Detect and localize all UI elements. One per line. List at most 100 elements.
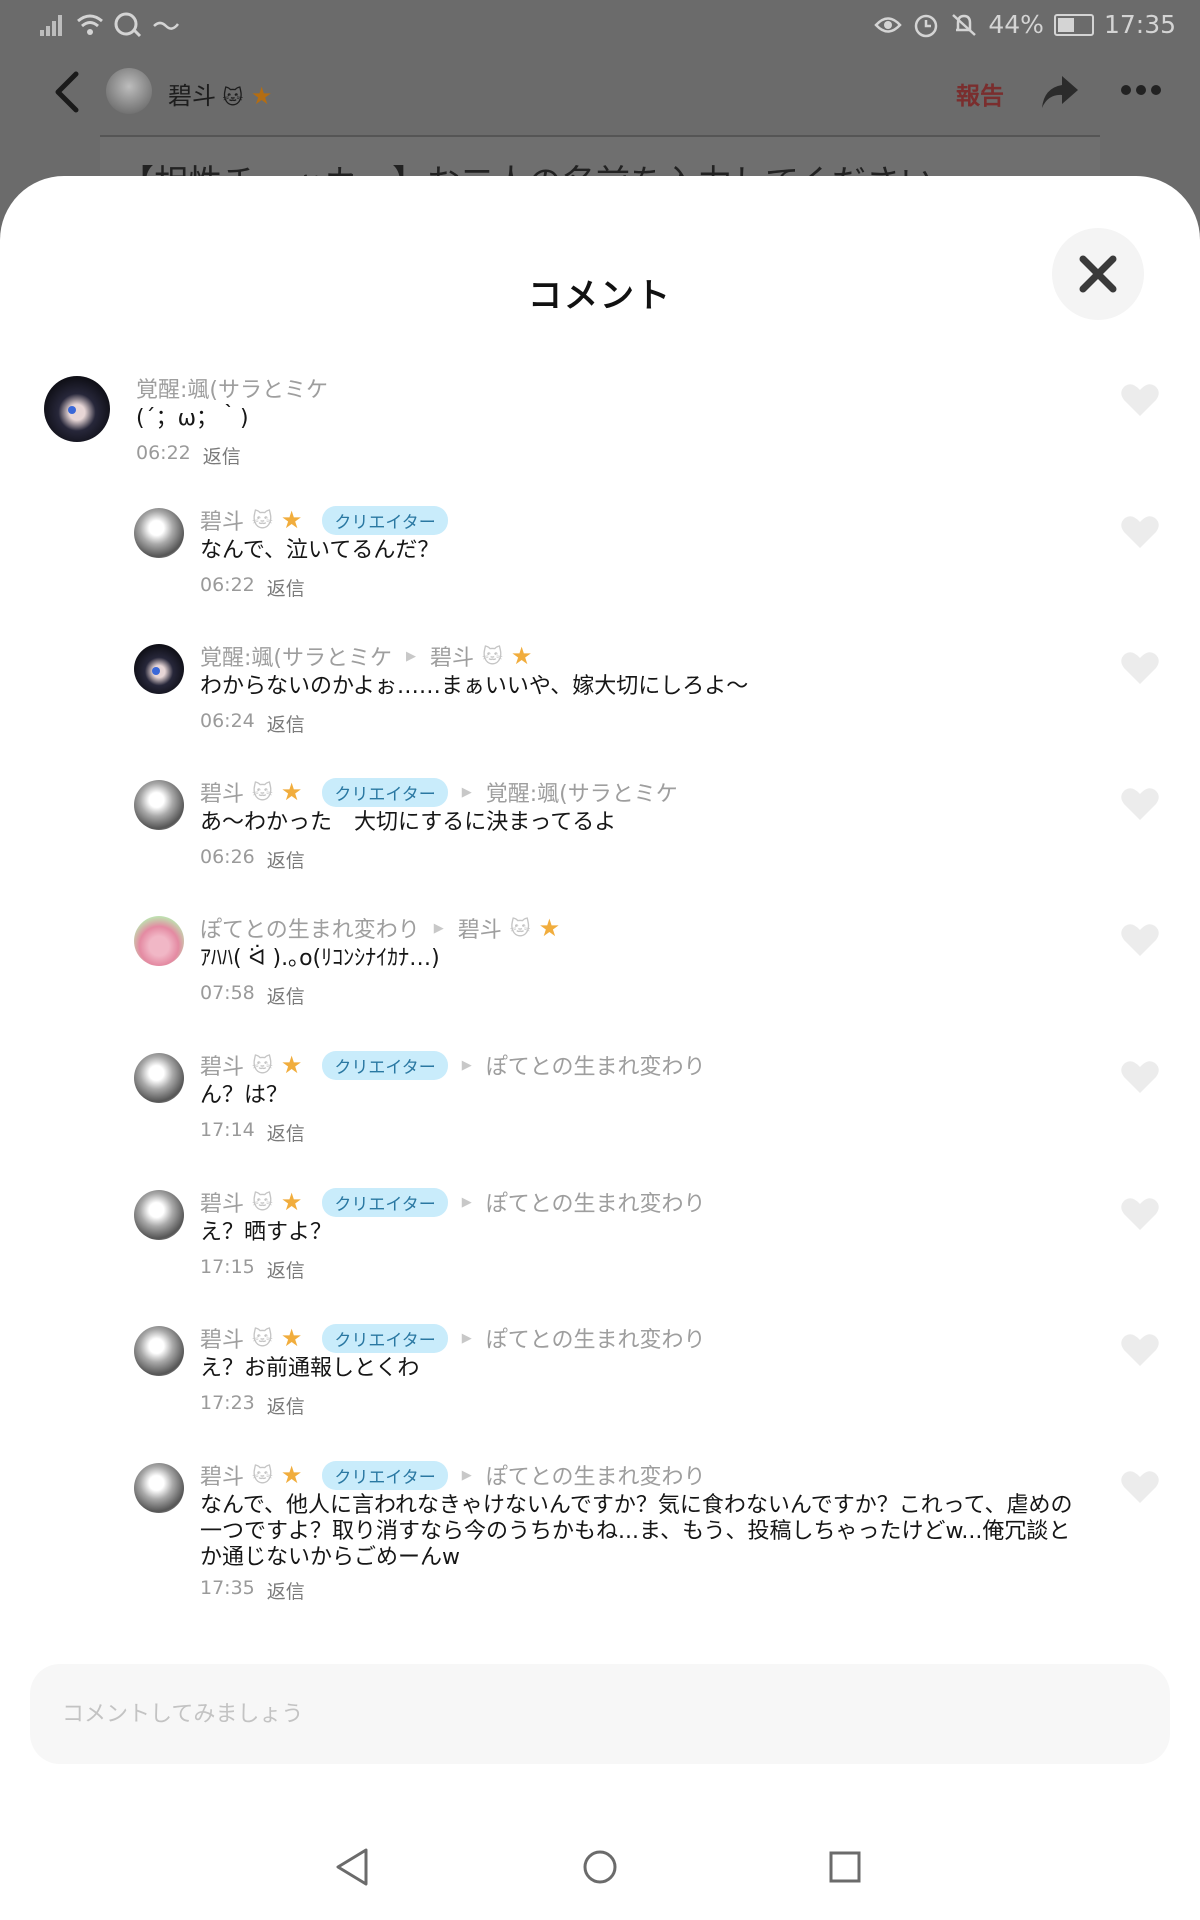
creator-badge: クリエイター: [322, 777, 448, 807]
comment-meta: 06:26 返信: [200, 846, 305, 873]
reply-arrow-icon: ▶: [461, 1330, 472, 1346]
comment-text: え？お前通報しとくわ: [200, 1356, 420, 1381]
heart-icon[interactable]: [1120, 786, 1160, 822]
comment-author[interactable]: 碧斗: [200, 1459, 244, 1491]
heart-icon[interactable]: [1120, 650, 1160, 686]
tilde-icon: [153, 21, 179, 30]
close-button[interactable]: [1052, 228, 1144, 320]
heart-icon[interactable]: [1120, 1059, 1160, 1095]
reply-button[interactable]: 返信: [203, 442, 241, 469]
comment-time: 06:24: [200, 710, 255, 732]
comment-text: なんで、他人に言われなきゃけないんですか？気に食わないんですか？これって、虐めの…: [200, 1493, 1073, 1570]
comment-item: 碧斗 🐱 ★ クリエイター ▶ ぽてとの生まれ変わり え？お前通報しとくわ 17:23 返信: [0, 1322, 1200, 1452]
comment-header: 碧斗 🐱 ★ クリエイター ▶ 覚醒:颯(サラとミケ: [200, 776, 678, 808]
avatar[interactable]: [134, 1053, 184, 1103]
comment-author[interactable]: 碧斗: [200, 1049, 244, 1081]
comment-header: 碧斗 🐱 ★ クリエイター ▶ ぽてとの生まれ変わり: [200, 1049, 706, 1081]
comment-meta: 07:58 返信: [200, 982, 305, 1009]
nav-back-icon[interactable]: [328, 1842, 378, 1892]
avatar[interactable]: [134, 644, 184, 694]
comment-meta: 06:22 返信: [200, 574, 305, 601]
close-icon: [1079, 255, 1117, 293]
comment-input-box[interactable]: [30, 1664, 1170, 1764]
comment-author[interactable]: 碧斗: [200, 504, 244, 536]
heart-icon[interactable]: [1120, 1469, 1160, 1505]
comment-item: 覚醒:颯(サラとミケ ▶ 碧斗 🐱 ★ わからないのかよぉ……まぁいいや、嫁大切にしろよ〜…: [0, 640, 1200, 770]
heart-icon[interactable]: [1120, 1196, 1160, 1232]
heart-icon[interactable]: [1120, 1332, 1160, 1368]
comment-meta: 17:14 返信: [200, 1119, 305, 1146]
clock: 17:35: [1103, 10, 1176, 39]
avatar[interactable]: [134, 508, 184, 558]
reply-button[interactable]: 返信: [267, 1256, 305, 1283]
comment-header: 覚醒:颯(サラとミケ ▶ 碧斗 🐱 ★: [200, 640, 532, 672]
comment-header: 碧斗 🐱 ★ クリエイター: [200, 504, 448, 536]
comment-input[interactable]: [62, 1694, 1122, 1734]
reply-target[interactable]: ぽてとの生まれ変わり: [486, 1322, 706, 1354]
comment-item: 碧斗 🐱 ★ クリエイター ▶ ぽてとの生まれ変わり え？晒すよ？ 17:15 返信: [0, 1186, 1200, 1316]
comment-meta: 06:22 返信: [136, 442, 241, 469]
avatar[interactable]: [134, 1326, 184, 1376]
comment-time: 17:14: [200, 1119, 255, 1141]
comment-text: あ〜わかった 大切にするに決まってるよ: [200, 810, 617, 835]
reply-button[interactable]: 返信: [267, 846, 305, 873]
heart-icon[interactable]: [1120, 514, 1160, 550]
cat-emoji-icon: 🐱: [252, 780, 273, 804]
reply-target[interactable]: ぽてとの生まれ変わり: [486, 1459, 706, 1491]
reply-target[interactable]: ぽてとの生まれ変わり: [486, 1186, 706, 1218]
nav-home-icon[interactable]: [575, 1842, 625, 1892]
share-icon[interactable]: [1038, 72, 1082, 112]
comment-header: 碧斗 🐱 ★ クリエイター ▶ ぽてとの生まれ変わり: [200, 1459, 706, 1491]
cat-emoji-icon: 🐱: [252, 508, 273, 532]
author-avatar[interactable]: [106, 68, 152, 114]
avatar[interactable]: [134, 916, 184, 966]
comment-author[interactable]: 覚醒:颯(サラとミケ: [200, 640, 392, 672]
nav-recents-icon[interactable]: [820, 1842, 870, 1892]
comment-author[interactable]: 碧斗: [200, 1186, 244, 1218]
comment-meta: 17:23 返信: [200, 1392, 305, 1419]
creator-badge: クリエイター: [322, 1050, 448, 1080]
reply-button[interactable]: 返信: [267, 1577, 305, 1604]
app-notification-icon: [114, 12, 142, 38]
comment-item: 覚醒:颯(サラとミケ (´；ω；｀) 06:22 返信: [0, 372, 1200, 502]
comment-time: 07:58: [200, 982, 255, 1004]
avatar[interactable]: [134, 780, 184, 830]
reply-target[interactable]: 碧斗: [430, 640, 474, 672]
report-button[interactable]: 報告: [956, 76, 1004, 111]
more-icon[interactable]: [1120, 84, 1162, 96]
reply-button[interactable]: 返信: [267, 1119, 305, 1146]
avatar[interactable]: [134, 1463, 184, 1513]
avatar[interactable]: [134, 1190, 184, 1240]
reply-target[interactable]: 覚醒:颯(サラとミケ: [486, 776, 678, 808]
comment-time: 06:26: [200, 846, 255, 868]
heart-icon[interactable]: [1120, 922, 1160, 958]
reply-arrow-icon: ▶: [461, 784, 472, 800]
comment-text: え？晒すよ？: [200, 1220, 333, 1245]
comment-author[interactable]: 覚醒:颯(サラとミケ: [136, 372, 328, 404]
cat-emoji-icon: 🐱: [252, 1053, 273, 1077]
battery-percent: 44%: [988, 10, 1044, 39]
reply-button[interactable]: 返信: [267, 574, 305, 601]
eye-icon: [874, 16, 903, 33]
comment-text: なんで、泣いてるんだ？: [200, 538, 440, 563]
reply-button[interactable]: 返信: [267, 982, 305, 1009]
comment-time: 17:23: [200, 1392, 255, 1414]
chevron-left-icon[interactable]: [48, 70, 88, 114]
comment-author[interactable]: ぽてとの生まれ変わり: [200, 912, 420, 944]
comment-meta: 17:15 返信: [200, 1256, 305, 1283]
reply-target[interactable]: ぽてとの生まれ変わり: [486, 1049, 706, 1081]
comment-author[interactable]: 碧斗: [200, 776, 244, 808]
comment-meta: 17:35 返信: [200, 1577, 305, 1604]
comment-header: 碧斗 🐱 ★ クリエイター ▶ ぽてとの生まれ変わり: [200, 1186, 706, 1218]
comment-author[interactable]: 碧斗: [200, 1322, 244, 1354]
heart-icon[interactable]: [1120, 382, 1160, 418]
cat-emoji-icon: 🐱: [252, 1326, 273, 1350]
reply-button[interactable]: 返信: [267, 1392, 305, 1419]
creator-badge: クリエイター: [322, 1460, 448, 1490]
wifi-icon: [77, 14, 103, 35]
reply-target[interactable]: 碧斗: [458, 912, 502, 944]
avatar[interactable]: [44, 376, 110, 442]
star-icon: ★: [280, 1188, 303, 1216]
reply-button[interactable]: 返信: [267, 710, 305, 737]
author-name[interactable]: 碧斗 🐱 ★: [168, 76, 272, 111]
